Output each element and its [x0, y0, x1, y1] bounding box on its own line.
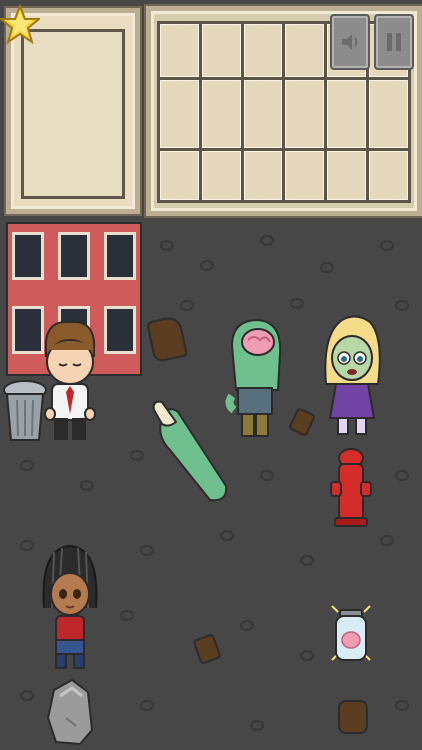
inventory-slot[interactable]: [201, 151, 241, 200]
pebble: [260, 235, 274, 246]
inventory-slot[interactable]: [285, 24, 325, 78]
pebble: [250, 720, 264, 731]
brain-jar[interactable]: [326, 600, 376, 668]
collection-panel-inner: [21, 29, 125, 199]
inventory-slot[interactable]: [327, 151, 367, 200]
inventory-slot[interactable]: [285, 80, 325, 149]
pebble: [200, 260, 214, 271]
pebble: [395, 470, 409, 481]
fire-hydrant[interactable]: [330, 448, 372, 528]
inventory-slot[interactable]: [243, 151, 283, 200]
pebble: [380, 240, 394, 251]
pebble: [80, 480, 94, 491]
building-window: [12, 232, 44, 280]
pebble: [20, 690, 34, 701]
inventory-grid: [157, 21, 411, 203]
pebble: [220, 530, 234, 541]
inventory-slot[interactable]: [160, 80, 199, 149]
pebble: [260, 470, 274, 481]
inventory-slot[interactable]: [369, 80, 408, 149]
inventory-slot[interactable]: [243, 80, 283, 149]
building-window: [104, 232, 136, 280]
sound-icon: [342, 34, 358, 50]
pause-button[interactable]: [374, 14, 414, 70]
pebble: [130, 450, 144, 461]
pebble: [120, 610, 134, 621]
girl-with-braids[interactable]: [40, 542, 100, 672]
inventory-slot[interactable]: [160, 151, 199, 200]
pebble: [290, 298, 304, 309]
pebble: [320, 262, 334, 273]
pebble: [395, 700, 409, 711]
pebble: [180, 300, 194, 311]
pebble: [395, 300, 409, 311]
zombie-hand[interactable]: [148, 398, 234, 504]
inventory-slot[interactable]: [201, 80, 241, 149]
pebble: [300, 555, 314, 566]
pebble: [140, 545, 154, 556]
inventory-slot[interactable]: [243, 24, 283, 78]
inventory-slot[interactable]: [285, 151, 325, 200]
building-window: [104, 306, 136, 354]
pebble: [380, 535, 394, 546]
pebble: [20, 540, 34, 551]
sound-button[interactable]: [330, 14, 370, 70]
pebble: [300, 650, 314, 661]
star-icon: [0, 4, 40, 44]
ground-crack: [338, 700, 368, 734]
pebble: [240, 620, 254, 631]
pebble: [140, 700, 154, 711]
inventory-slot[interactable]: [327, 80, 367, 149]
building-window: [58, 232, 90, 280]
pebble: [20, 460, 34, 471]
inventory-slot[interactable]: [160, 24, 199, 78]
pause-icon: [387, 33, 401, 51]
rock[interactable]: [46, 678, 94, 746]
man-in-shirt-and-tie[interactable]: [40, 320, 100, 446]
inventory-slot[interactable]: [201, 24, 241, 78]
inventory-slot[interactable]: [369, 151, 408, 200]
pebble: [160, 240, 174, 251]
blonde-zombie-girl[interactable]: [322, 314, 382, 440]
